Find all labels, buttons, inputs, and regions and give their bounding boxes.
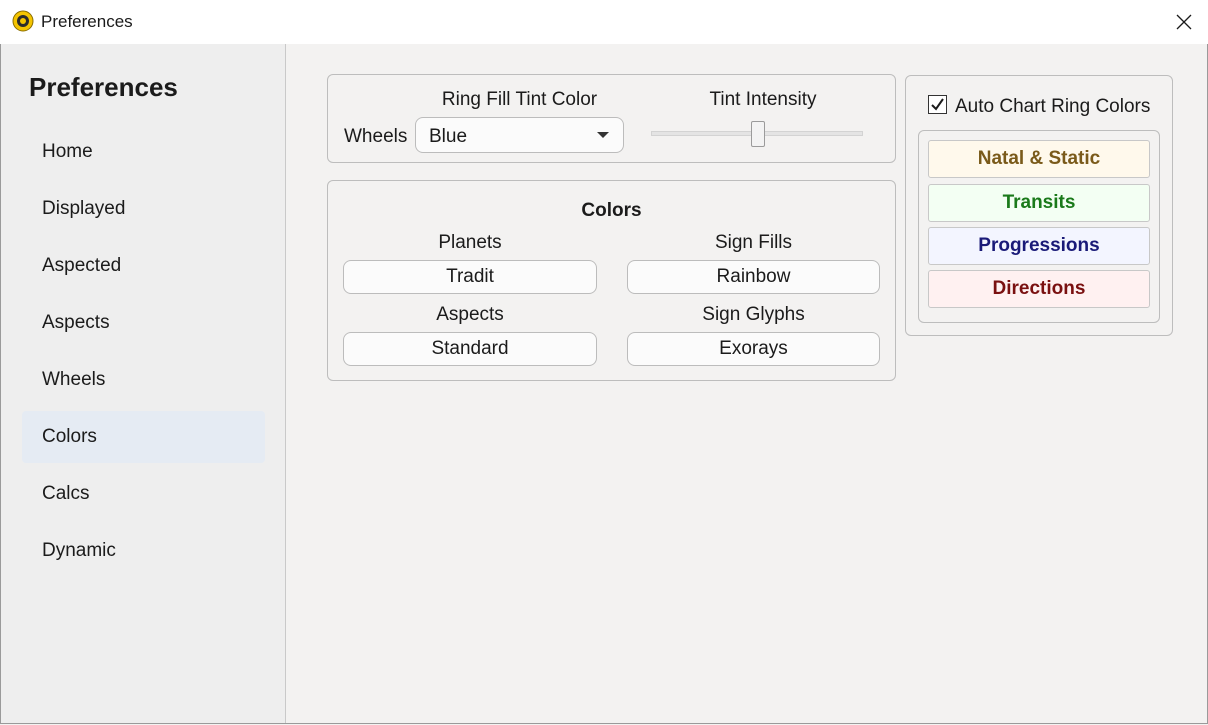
dropdown-value: Blue: [429, 126, 468, 147]
sign-fills-button[interactable]: Rainbow: [627, 260, 880, 294]
nav-item-label: Aspected: [42, 255, 122, 276]
progressions-button[interactable]: Progressions: [928, 227, 1150, 265]
window-title: Preferences: [41, 12, 133, 31]
nav-item-wheels[interactable]: Wheels: [22, 354, 265, 406]
natal-static-label: Natal & Static: [977, 148, 1101, 169]
auto-chart-ring-colors-label: Auto Chart Ring Colors: [955, 96, 1151, 117]
directions-button[interactable]: Directions: [928, 270, 1150, 308]
close-button[interactable]: [1160, 0, 1208, 44]
nav-item-dynamic[interactable]: Dynamic: [22, 525, 265, 577]
nav-item-displayed[interactable]: Displayed: [22, 183, 265, 235]
nav-item-label: Aspects: [42, 312, 110, 333]
progressions-label: Progressions: [978, 235, 1100, 256]
sign-fills-value: Rainbow: [716, 266, 791, 287]
nav-item-label: Home: [42, 141, 93, 162]
ring-fill-color-dropdown[interactable]: Blue: [415, 117, 624, 153]
nav-item-calcs[interactable]: Calcs: [22, 468, 265, 520]
tint-intensity-slider-thumb[interactable]: [751, 121, 765, 147]
chevron-down-icon: [597, 132, 609, 138]
ring-fill-tint-label: Ring Fill Tint Color: [441, 89, 598, 110]
sign-glyphs-label: Sign Glyphs: [702, 304, 805, 325]
nav-item-colors[interactable]: Colors: [22, 411, 265, 463]
nav-item-label: Dynamic: [42, 540, 116, 561]
transits-label: Transits: [1002, 192, 1076, 213]
close-icon: [1176, 14, 1192, 30]
planets-button[interactable]: Tradit: [343, 260, 597, 294]
title-bar: Preferences: [0, 0, 1208, 44]
nav-item-label: Displayed: [42, 198, 126, 219]
app-logo-icon: [12, 10, 34, 32]
nav-item-aspects[interactable]: Aspects: [22, 297, 265, 349]
tint-intensity-label: Tint Intensity: [709, 89, 817, 110]
directions-label: Directions: [992, 278, 1086, 299]
sidebar: Preferences Home Displayed Aspected Aspe…: [1, 44, 286, 723]
planets-value: Tradit: [446, 266, 494, 287]
planets-label: Planets: [438, 232, 502, 253]
aspects-value: Standard: [431, 338, 509, 359]
sign-fills-label: Sign Fills: [714, 232, 793, 253]
nav-item-aspected[interactable]: Aspected: [22, 240, 265, 292]
checkmark-icon: [931, 98, 944, 111]
wheels-label: Wheels: [344, 126, 408, 147]
sign-glyphs-button[interactable]: Exorays: [627, 332, 880, 366]
colors-panel-title: Colors: [581, 200, 642, 221]
nav-item-label: Wheels: [42, 369, 106, 390]
aspects-label: Aspects: [436, 304, 504, 325]
auto-chart-ring-colors-checkbox[interactable]: [928, 95, 947, 114]
nav-item-home[interactable]: Home: [22, 126, 265, 178]
sign-glyphs-value: Exorays: [719, 338, 788, 359]
transits-button[interactable]: Transits: [928, 184, 1150, 222]
nav-item-label: Calcs: [42, 483, 90, 504]
aspects-button[interactable]: Standard: [343, 332, 597, 366]
natal-static-button[interactable]: Natal & Static: [928, 140, 1150, 178]
sidebar-title: Preferences: [29, 72, 178, 102]
nav-item-label: Colors: [42, 426, 97, 447]
